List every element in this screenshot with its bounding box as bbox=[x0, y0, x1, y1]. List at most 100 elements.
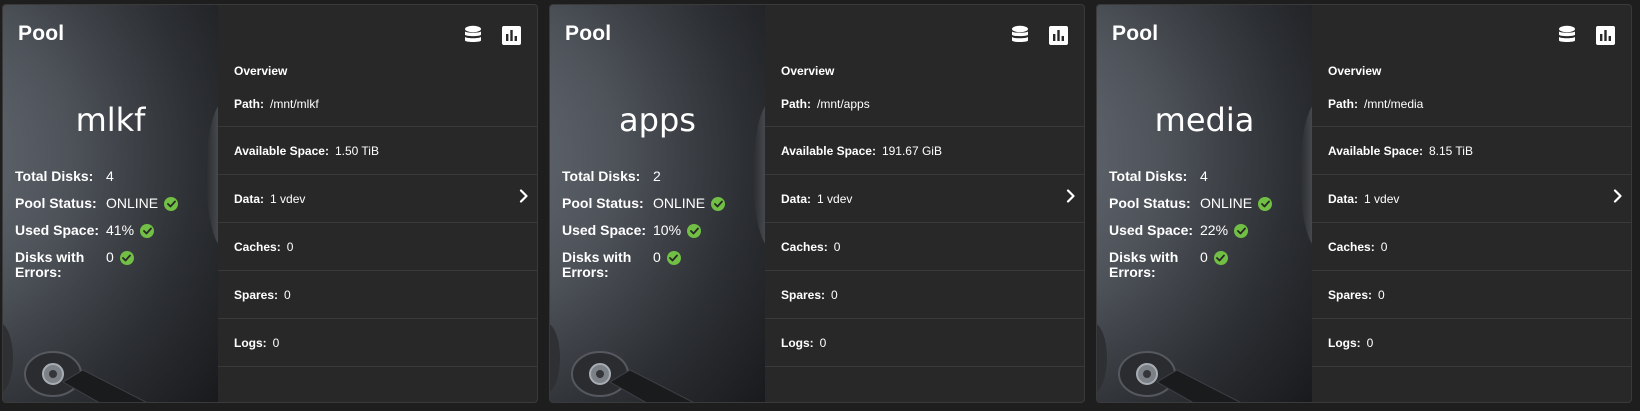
overview-row-value: 0 bbox=[1380, 239, 1388, 254]
overview-row: Logs: 0 bbox=[218, 319, 537, 367]
pool-stat: Used Space: 41% bbox=[15, 223, 215, 250]
overview-row-value: 0 bbox=[819, 335, 827, 350]
pool-stat: Total Disks: 4 bbox=[15, 169, 215, 196]
check-circle-icon bbox=[140, 223, 155, 238]
pool-stat-value-wrap: 4 bbox=[106, 169, 114, 184]
pool-stat-value: 4 bbox=[1200, 168, 1208, 184]
pool-overview-panel: Overview Path: /mnt/media Available Space:… bbox=[1312, 5, 1631, 402]
database-icon[interactable] bbox=[463, 25, 483, 45]
overview-row-value: 0 bbox=[1378, 287, 1385, 302]
pool-stat: Used Space: 10% bbox=[562, 223, 762, 250]
pool-name: media bbox=[1154, 101, 1255, 139]
disk-hub-image bbox=[550, 323, 560, 393]
pool-stat-value-wrap: 0 bbox=[106, 250, 134, 265]
pool-stat: Total Disks: 4 bbox=[1109, 169, 1309, 196]
disk-actuator-image bbox=[1118, 351, 1241, 402]
overview-row[interactable]: Data: 1 vdev bbox=[218, 175, 537, 223]
overview-row-label: Logs: bbox=[1328, 335, 1361, 350]
check-circle-icon bbox=[164, 196, 179, 211]
pool-stat-value-wrap: ONLINE bbox=[106, 195, 179, 211]
pool-stat-value-wrap: 10% bbox=[653, 223, 702, 238]
overview-row: Spares: 0 bbox=[1312, 271, 1631, 319]
bar-chart-icon[interactable] bbox=[1048, 25, 1068, 45]
overview-row-value: 191.67 GiB bbox=[881, 143, 942, 158]
pool-summary-panel: Pool media Total Disks: 4 Pool Status: ONLI… bbox=[1097, 5, 1312, 402]
overview-row: Available Space: 191.67 GiB bbox=[765, 127, 1084, 175]
overview-row[interactable]: Data: 1 vdev bbox=[765, 175, 1084, 223]
overview-row: Path: /mnt/media bbox=[1312, 81, 1631, 127]
overview-row-label: Spares: bbox=[1328, 287, 1373, 302]
database-icon[interactable] bbox=[1557, 25, 1577, 45]
overview-row: Available Space: 1.50 TiB bbox=[218, 127, 537, 175]
pool-stat-value: ONLINE bbox=[653, 195, 706, 211]
overview-row: Path: /mnt/apps bbox=[765, 81, 1084, 127]
pool-card: Pool mlkf Total Disks: 4 Pool Status: ONLIN… bbox=[2, 4, 538, 403]
chevron-right-icon[interactable] bbox=[519, 189, 529, 206]
check-circle-icon bbox=[1213, 250, 1228, 265]
check-circle-icon bbox=[687, 223, 702, 238]
pool-stat: Pool Status: ONLINE bbox=[15, 196, 215, 223]
overview-row-value: 1.50 TiB bbox=[334, 143, 379, 158]
pool-overview-panel: Overview Path: /mnt/apps Available Space: 1… bbox=[765, 5, 1084, 402]
pool-stat-label: Pool Status: bbox=[562, 195, 644, 211]
pool-stat-label: Total Disks: bbox=[15, 168, 94, 184]
pool-stat-value: 22% bbox=[1200, 222, 1229, 238]
pool-stat-value: 0 bbox=[106, 249, 114, 265]
bar-chart-icon[interactable] bbox=[501, 25, 521, 45]
pool-stats: Total Disks: 2 Pool Status: ONLINE Used Spac… bbox=[562, 169, 762, 290]
overview-row: Caches: 0 bbox=[765, 223, 1084, 271]
pool-stat-value-wrap: 0 bbox=[653, 250, 681, 265]
overview-row: Spares: 0 bbox=[218, 271, 537, 319]
pool-stat: Disks with Errors: 0 bbox=[1109, 250, 1309, 290]
overview-heading: Overview bbox=[234, 64, 288, 78]
overview-row-label: Logs: bbox=[781, 335, 814, 350]
bar-chart-icon[interactable] bbox=[1595, 25, 1615, 45]
overview-row-label: Spares: bbox=[234, 287, 279, 302]
pool-header: Pool bbox=[565, 22, 612, 45]
pool-name: apps bbox=[619, 101, 696, 139]
overview-row: Logs: 0 bbox=[765, 319, 1084, 367]
overview-row: Caches: 0 bbox=[218, 223, 537, 271]
overview-row: Available Space: 8.15 TiB bbox=[1312, 127, 1631, 175]
overview-row-value: /mnt/media bbox=[1364, 96, 1424, 111]
overview-row-value: 1 vdev bbox=[1364, 191, 1400, 206]
disk-hub-image bbox=[1097, 323, 1107, 393]
pool-actions bbox=[1557, 25, 1615, 45]
pool-stat-label: Pool Status: bbox=[1109, 195, 1191, 211]
overview-row-value: 8.15 TiB bbox=[1428, 143, 1473, 158]
check-circle-icon bbox=[119, 250, 134, 265]
overview-row-value: 0 bbox=[831, 287, 838, 302]
overview-row-value: /mnt/apps bbox=[817, 96, 870, 111]
overview-row-value: 0 bbox=[284, 287, 291, 302]
overview-row-label: Caches: bbox=[234, 239, 281, 254]
pool-stat-value: 2 bbox=[653, 168, 661, 184]
pool-stat-label: Used Space: bbox=[15, 222, 100, 238]
overview-heading: Overview bbox=[781, 64, 835, 78]
overview-row: Logs: 0 bbox=[1312, 319, 1631, 367]
pool-stat-label: Used Space: bbox=[1109, 222, 1194, 238]
overview-row: Caches: 0 bbox=[1312, 223, 1631, 271]
database-icon[interactable] bbox=[1010, 25, 1030, 45]
check-circle-icon bbox=[711, 196, 726, 211]
pool-stat-value: 0 bbox=[653, 249, 661, 265]
disk-actuator-image bbox=[24, 351, 147, 402]
overview-row-label: Available Space: bbox=[234, 143, 329, 158]
overview-list: Path: /mnt/apps Available Space: 191.67 GiB… bbox=[765, 81, 1084, 367]
overview-row[interactable]: Data: 1 vdev bbox=[1312, 175, 1631, 223]
pool-stats: Total Disks: 4 Pool Status: ONLINE Used Spac… bbox=[1109, 169, 1309, 290]
pool-stat-value-wrap: 0 bbox=[1200, 250, 1228, 265]
pool-stat-value: 0 bbox=[1200, 249, 1208, 265]
overview-row-label: Path: bbox=[234, 96, 264, 111]
overview-row-label: Data: bbox=[234, 191, 265, 206]
chevron-right-icon[interactable] bbox=[1066, 189, 1076, 206]
pool-stat-label: Used Space: bbox=[562, 222, 647, 238]
pool-stat: Total Disks: 2 bbox=[562, 169, 762, 196]
pool-stat-value: 4 bbox=[106, 168, 114, 184]
overview-row-label: Data: bbox=[781, 191, 812, 206]
overview-row-label: Spares: bbox=[781, 287, 826, 302]
overview-row: Path: /mnt/mlkf bbox=[218, 81, 537, 127]
chevron-right-icon[interactable] bbox=[1613, 189, 1623, 206]
overview-row-label: Available Space: bbox=[781, 143, 876, 158]
pool-header: Pool bbox=[18, 22, 65, 45]
pool-stat-value: ONLINE bbox=[106, 195, 159, 211]
